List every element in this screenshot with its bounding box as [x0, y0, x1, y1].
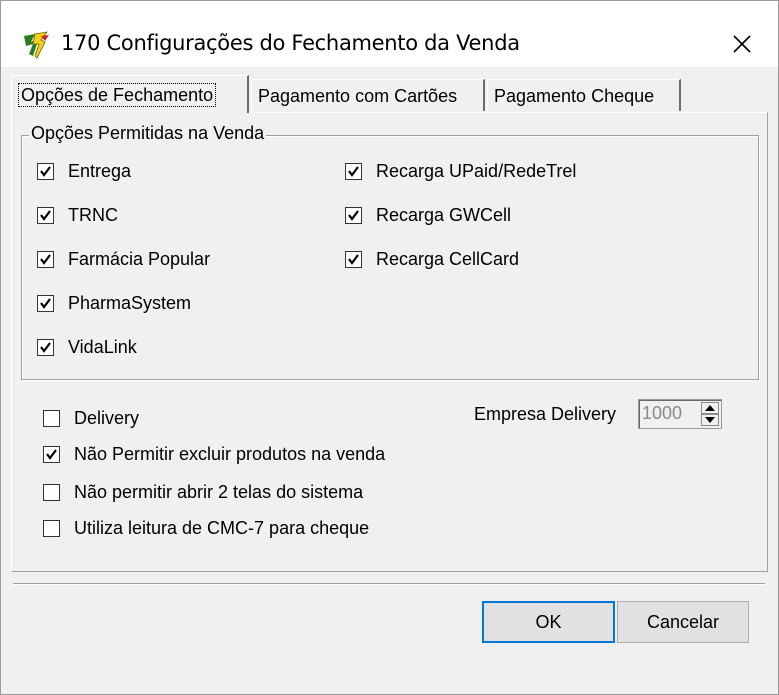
checkbox-label: Entrega: [68, 161, 132, 181]
cancel-button[interactable]: Cancelar: [617, 601, 749, 643]
checkbox-delivery[interactable]: Delivery: [43, 408, 139, 429]
empresa-delivery-label: Empresa Delivery: [474, 404, 617, 424]
checkbox-label: Recarga CellCard: [376, 249, 520, 269]
checkbox-farmacia-popular[interactable]: Farmácia Popular: [37, 249, 210, 270]
group-legend: Opções Permitidas na Venda: [29, 123, 267, 144]
checkbox-label: Não Permitir excluir produtos na venda: [74, 444, 386, 464]
checkbox-box: [43, 484, 60, 501]
checkbox-label: Recarga UPaid/RedeTrel: [376, 161, 577, 181]
checkbox-label: TRNC: [68, 205, 118, 225]
checkbox-label: Farmácia Popular: [68, 249, 211, 269]
title-bar: 170 Configurações do Fechamento da Venda: [1, 1, 778, 67]
ok-button[interactable]: OK: [482, 601, 615, 643]
spin-buttons: [701, 402, 719, 426]
checkmark-icon: [37, 251, 54, 268]
checkmark-icon: [345, 207, 362, 224]
checkmark-icon: [37, 207, 54, 224]
tab-pagamento-cheque[interactable]: Pagamento Cheque: [487, 79, 681, 111]
checkbox-recarga-gwcell[interactable]: Recarga GWCell: [345, 205, 511, 226]
empresa-delivery-spinbox[interactable]: 1000: [638, 399, 722, 429]
dialog-window: 170 Configurações do Fechamento da Venda…: [0, 0, 779, 695]
checkbox-label: PharmaSystem: [68, 293, 192, 313]
spin-down-icon[interactable]: [701, 414, 719, 426]
checkbox-recarga-upaid[interactable]: Recarga UPaid/RedeTrel: [345, 161, 576, 182]
checkbox-recarga-cellcard[interactable]: Recarga CellCard: [345, 249, 519, 270]
checkbox-label: VidaLink: [68, 337, 137, 357]
checkmark-icon: [43, 446, 60, 463]
checkbox-label: Recarga GWCell: [376, 205, 512, 225]
separator: [13, 583, 765, 585]
checkbox-vidalink[interactable]: VidaLink: [37, 337, 137, 358]
window-title: 170 Configurações do Fechamento da Venda: [61, 31, 520, 55]
checkbox-nao-excluir-produtos[interactable]: Não Permitir excluir produtos na venda: [43, 444, 385, 465]
tab-label: Pagamento Cheque: [494, 86, 655, 106]
checkbox-label: Não permitir abrir 2 telas do sistema: [74, 482, 364, 502]
tab-label: Pagamento com Cartões: [258, 86, 458, 106]
checkbox-entrega[interactable]: Entrega: [37, 161, 131, 182]
checkbox-box: [43, 410, 60, 427]
checkbox-label: Utiliza leitura de CMC-7 para cheque: [74, 518, 370, 538]
tab-label: Opções de Fechamento: [18, 83, 217, 107]
app-logo-icon: [21, 30, 51, 60]
checkbox-box: [43, 520, 60, 537]
checkmark-icon: [37, 339, 54, 356]
checkmark-icon: [37, 163, 54, 180]
spin-up-icon[interactable]: [701, 402, 719, 414]
checkbox-pharmasystem[interactable]: PharmaSystem: [37, 293, 191, 314]
empresa-delivery-value: 1000: [642, 403, 683, 423]
checkmark-icon: [345, 251, 362, 268]
checkmark-icon: [345, 163, 362, 180]
checkbox-cmc7[interactable]: Utiliza leitura de CMC-7 para cheque: [43, 518, 369, 539]
tab-pagamento-cartoes[interactable]: Pagamento com Cartões: [251, 79, 485, 111]
checkbox-label: Delivery: [74, 408, 140, 428]
tab-opcoes-fechamento[interactable]: Opções de Fechamento: [11, 75, 249, 113]
checkbox-trnc[interactable]: TRNC: [37, 205, 118, 226]
checkbox-nao-abrir-2-telas[interactable]: Não permitir abrir 2 telas do sistema: [43, 482, 363, 503]
close-icon[interactable]: [718, 23, 766, 65]
checkmark-icon: [37, 295, 54, 312]
